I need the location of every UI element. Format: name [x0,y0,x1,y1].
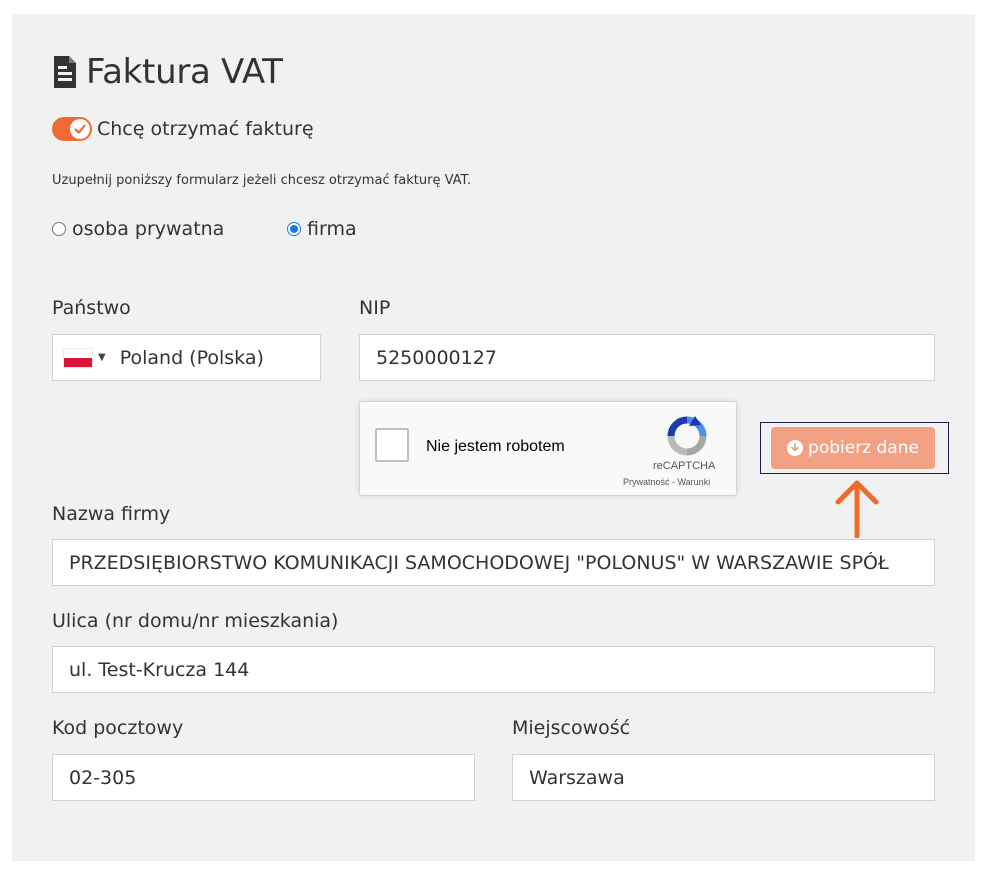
recaptcha-brand: reCAPTCHA [653,460,716,472]
check-icon [74,124,86,134]
helper-text: Uzupełnij poniższy formularz jeżeli chce… [52,173,472,188]
fetch-button-label[interactable]: pobierz dane [808,438,919,458]
radio-label-private[interactable]: osoba prywatna [72,218,224,240]
fetch-button-highlight: pobierz dane [760,422,949,474]
radio-button-checked[interactable] [287,222,301,236]
section-title: Faktura VAT [86,52,283,92]
document-icon [54,56,76,88]
arrow-circle-down-icon [787,440,804,456]
radio-company[interactable]: firma [287,218,357,240]
city-field[interactable] [512,754,935,801]
company-name-field[interactable] [52,539,935,586]
recaptcha-checkbox[interactable] [375,428,409,462]
recaptcha-terms-links[interactable]: Prywatność - Warunki [623,477,710,487]
nip-field[interactable] [359,334,935,381]
country-select[interactable]: ▼ Poland (Polska) [52,334,321,381]
company-name-input[interactable] [69,551,934,574]
caret-down-icon[interactable]: ▼ [98,352,106,363]
radio-button[interactable] [52,222,66,236]
section-header: Faktura VAT [52,52,283,92]
recaptcha-label: Nie jestem robotem [426,438,565,455]
postal-code-label: Kod pocztowy [52,717,184,739]
invoice-toggle-label[interactable]: Chcę otrzymać fakturę [97,118,314,140]
city-label: Miejscowość [512,717,631,739]
nip-input[interactable] [376,346,934,369]
street-label: Ulica (nr domu/nr mieszkania) [52,610,339,632]
postal-code-input[interactable] [69,766,474,789]
street-input[interactable] [69,658,934,681]
street-field[interactable] [52,646,935,693]
radio-private-person[interactable]: osoba prywatna [52,218,224,240]
city-input[interactable] [529,766,934,789]
country-label: Państwo [52,297,131,319]
recaptcha-logo-icon [667,416,707,456]
radio-label-company[interactable]: firma [307,218,357,240]
up-arrow-annotation-icon [835,480,879,538]
company-name-label: Nazwa firmy [52,503,171,525]
country-value[interactable]: Poland (Polska) [120,347,264,369]
invoice-toggle[interactable] [52,117,92,141]
toggle-knob [70,119,90,139]
nip-label: NIP [359,297,391,319]
poland-flag-icon[interactable] [64,348,92,367]
postal-code-field[interactable] [52,754,475,801]
recaptcha-widget: Nie jestem robotem reCAPTCHA Prywatność … [359,401,737,496]
fetch-data-button[interactable]: pobierz dane [771,427,935,469]
